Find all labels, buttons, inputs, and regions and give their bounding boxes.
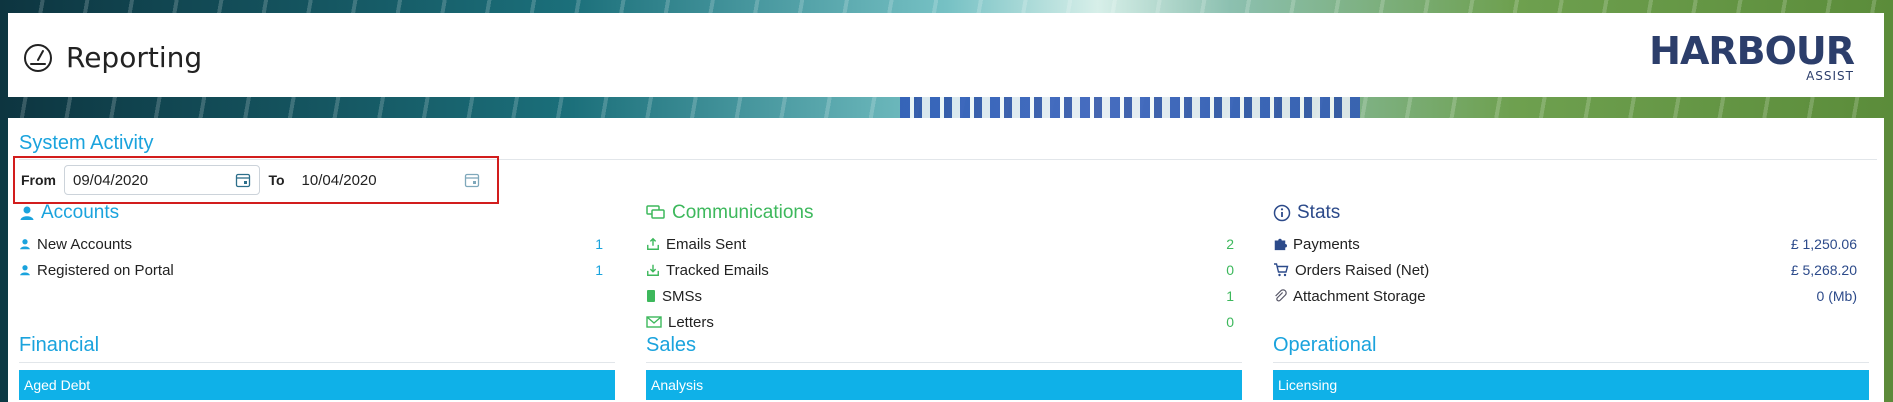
section-divider [646, 362, 1242, 363]
smss-label: SMSs [662, 287, 703, 305]
shopping-cart-icon [1274, 263, 1289, 277]
analysis-panel-header[interactable]: Analysis [646, 370, 1242, 400]
page-title: Reporting [66, 41, 203, 74]
from-date-input[interactable]: 09/04/2020 [64, 165, 261, 195]
list-item: Registered on Portal 1 [19, 257, 603, 283]
communications-title: Communications [672, 202, 814, 223]
list-item: New Accounts 1 [19, 231, 603, 257]
to-date-input[interactable]: 10/04/2020 [293, 165, 489, 195]
mobile-phone-icon [647, 290, 655, 302]
list-item: Tracked Emails 0 [646, 257, 1234, 283]
stats-title: Stats [1297, 202, 1341, 223]
new-accounts-value[interactable]: 1 [595, 236, 603, 252]
stats-heading: Stats [1273, 201, 1857, 225]
calendar-icon[interactable] [464, 172, 480, 188]
user-icon [20, 239, 30, 250]
orders-raised-label: Orders Raised (Net) [1295, 261, 1430, 279]
smss-value[interactable]: 1 [1226, 288, 1234, 304]
paperclip-icon [1275, 289, 1287, 302]
payments-label: Payments [1293, 235, 1360, 253]
orders-raised-value[interactable]: £ 5,268.20 [1791, 262, 1857, 278]
outbox-icon [647, 237, 659, 250]
communications-heading: Communications [646, 201, 1234, 225]
financial-title: Financial [19, 334, 100, 356]
inbox-download-icon [647, 264, 659, 276]
gauge-icon [24, 43, 52, 72]
payments-value[interactable]: £ 1,250.06 [1791, 236, 1857, 252]
calendar-icon[interactable] [235, 172, 251, 188]
list-item: SMSs 1 [646, 283, 1234, 309]
stats-panel: Stats Payments £ 1,250.06 Orders Raised … [1273, 201, 1857, 309]
envelope-icon [646, 316, 662, 328]
section-divider [19, 362, 615, 363]
logo-word: HARBOUR [1649, 29, 1855, 73]
list-item: Payments £ 1,250.06 [1273, 231, 1857, 257]
accounts-title: Accounts [41, 202, 120, 223]
letters-label: Letters [668, 313, 714, 331]
user-icon [20, 265, 30, 276]
user-icon [20, 206, 34, 220]
emails-sent-label: Emails Sent [666, 235, 747, 253]
list-item: Emails Sent 2 [646, 231, 1234, 257]
tracked-emails-label: Tracked Emails [666, 261, 769, 279]
harbour-assist-logo[interactable]: HARBOUR ASSIST [1649, 29, 1855, 83]
date-filter-group: From 09/04/2020 To 10/04/2020 [13, 156, 499, 204]
aged-debt-panel-header[interactable]: Aged Debt [19, 370, 615, 400]
page-title-wrap: Reporting [22, 41, 202, 74]
chat-bubbles-icon [646, 205, 665, 219]
sales-title: Sales [646, 334, 697, 356]
communications-panel: Communications Emails Sent 2 Tracked Ema… [646, 201, 1234, 335]
accounts-heading: Accounts [19, 201, 603, 225]
list-item: Letters 0 [646, 309, 1234, 335]
list-item: Attachment Storage 0 (Mb) [1273, 283, 1857, 309]
from-date-value: 09/04/2020 [73, 171, 149, 189]
accounts-panel: Accounts New Accounts 1 Registered on Po… [19, 201, 603, 283]
puzzle-icon [1274, 238, 1287, 251]
from-label: From [21, 172, 56, 188]
letters-value[interactable]: 0 [1226, 314, 1234, 330]
licensing-panel-header[interactable]: Licensing [1273, 370, 1869, 400]
system-activity-title: System Activity [19, 132, 154, 154]
registered-portal-label: Registered on Portal [37, 261, 174, 279]
page-header: Reporting HARBOUR ASSIST [8, 13, 1884, 97]
info-circle-icon [1273, 204, 1291, 222]
attachment-storage-value[interactable]: 0 (Mb) [1817, 288, 1857, 304]
to-label: To [268, 172, 285, 188]
registered-portal-value[interactable]: 1 [595, 262, 603, 278]
to-date-value: 10/04/2020 [301, 171, 377, 189]
attachment-storage-label: Attachment Storage [1293, 287, 1426, 305]
list-item: Orders Raised (Net) £ 5,268.20 [1273, 257, 1857, 283]
tracked-emails-value[interactable]: 0 [1226, 262, 1234, 278]
operational-title: Operational [1273, 334, 1377, 356]
emails-sent-value[interactable]: 2 [1226, 236, 1234, 252]
section-divider [1273, 362, 1869, 363]
marina-boats-decoration [900, 96, 1360, 118]
new-accounts-label: New Accounts [37, 235, 133, 253]
main-content: System Activity From 09/04/2020 To 10/04… [8, 118, 1884, 402]
